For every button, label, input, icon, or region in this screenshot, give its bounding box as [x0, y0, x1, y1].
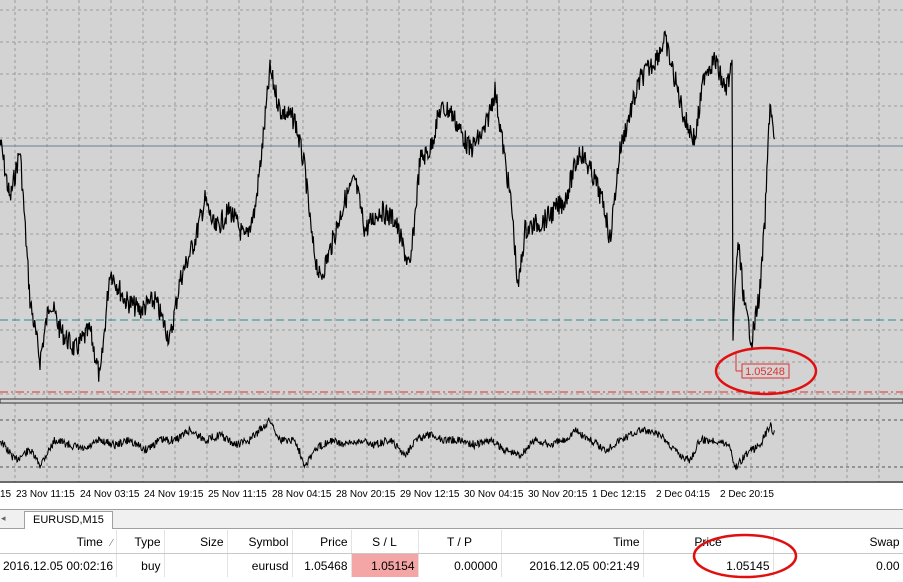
- sort-desc-icon: ⁄: [110, 537, 113, 549]
- close-price-annotation-circle: [692, 533, 798, 579]
- price-series: [0, 30, 775, 382]
- col-header-symbol[interactable]: Symbol: [227, 530, 293, 554]
- cell-size: [164, 553, 228, 577]
- cell-close-time: 2016.12.05 00:21:49: [501, 553, 644, 577]
- chart-tab-bar: ◂ EURUSD,M15: [0, 509, 903, 529]
- col-header-time[interactable]: Time ⁄: [0, 530, 117, 554]
- x-tick-label: 23 Nov 11:15: [16, 489, 75, 500]
- x-tick-label: 24 Nov 19:15: [144, 489, 204, 500]
- x-tick-label: 2 Dec 04:15: [656, 489, 710, 500]
- price-chart[interactable]: 1.05248: [0, 0, 903, 483]
- chart-grid: [0, 0, 903, 482]
- x-tick-label: 1 Dec 12:15: [592, 489, 646, 500]
- x-tick-label: 25 Nov 11:15: [208, 489, 267, 500]
- indicator-panel-divider: [0, 398, 903, 404]
- cell-tp: 0.00000: [418, 553, 502, 577]
- cell-sl: 1.05154: [351, 553, 419, 577]
- col-header-size[interactable]: Size: [164, 530, 228, 554]
- price-marker-label: 1.05248: [745, 366, 785, 378]
- x-tick-label: 28 Nov 20:15: [336, 489, 396, 500]
- col-header-tp[interactable]: T / P: [418, 530, 502, 554]
- time-axis: 15 23 Nov 11:15 24 Nov 03:15 24 Nov 19:1…: [0, 483, 903, 509]
- cell-time: 2016.12.05 00:02:16: [0, 553, 117, 577]
- x-tick-label: 24 Nov 03:15: [80, 489, 140, 500]
- cell-type: buy: [116, 553, 165, 577]
- x-tick-label: 28 Nov 04:15: [272, 489, 332, 500]
- x-tick-label: 15: [0, 489, 12, 500]
- chart-canvas[interactable]: 1.05248: [0, 0, 903, 483]
- tab-eurusd-m15[interactable]: EURUSD,M15: [24, 511, 113, 529]
- oscillator-series: [0, 417, 775, 471]
- x-tick-label: 29 Nov 12:15: [400, 489, 460, 500]
- col-header-type[interactable]: Type: [116, 530, 165, 554]
- x-tick-label: 2 Dec 20:15: [720, 489, 774, 500]
- col-header-sl[interactable]: S / L: [351, 530, 419, 554]
- x-tick-label: 30 Nov 20:15: [528, 489, 588, 500]
- x-tick-label: 30 Nov 04:15: [464, 489, 524, 500]
- col-header-close-time[interactable]: Time: [501, 530, 644, 554]
- cell-symbol: eurusd: [227, 553, 293, 577]
- tab-scroll-left-icon[interactable]: ◂: [1, 513, 6, 524]
- col-header-price[interactable]: Price: [292, 530, 352, 554]
- cell-price: 1.05468: [292, 553, 352, 577]
